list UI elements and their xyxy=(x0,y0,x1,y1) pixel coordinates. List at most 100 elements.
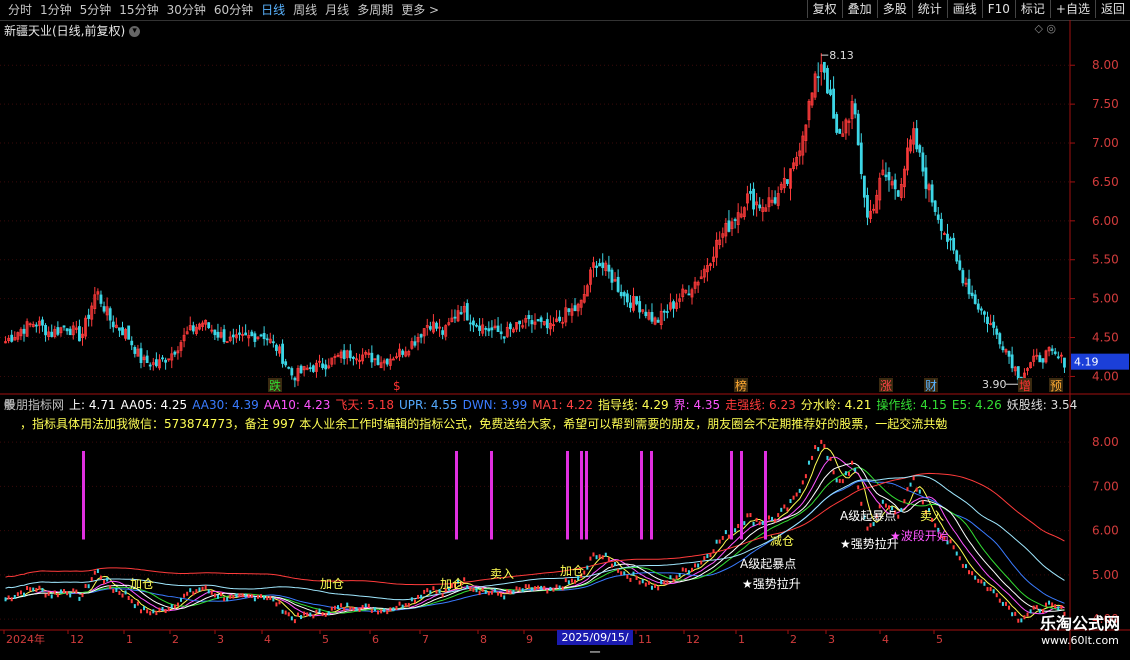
sub-bar-7 xyxy=(26,585,29,590)
candle-body-250 xyxy=(773,197,777,204)
sub-bar-82 xyxy=(256,594,259,599)
candle-body-212 xyxy=(656,319,660,323)
candle-body-290 xyxy=(896,190,900,197)
sub-bar-55 xyxy=(173,604,176,609)
main-tick-label-8: 8.00 xyxy=(1092,58,1119,72)
candle-body-317 xyxy=(979,308,983,311)
x-label-2: 1 xyxy=(126,633,133,646)
candle-body-15 xyxy=(50,331,54,337)
sub-tick-label-1: 5.00 xyxy=(1092,568,1119,582)
sub-bar-26 xyxy=(84,584,87,589)
sub-bar-156 xyxy=(484,589,487,594)
candle-body-66 xyxy=(207,322,211,329)
sub-bar-215 xyxy=(666,580,669,585)
sub-bar-121 xyxy=(377,610,380,615)
sub-bar-21 xyxy=(69,593,72,598)
candle-body-55 xyxy=(173,351,177,355)
sub-bar-311 xyxy=(961,563,964,568)
main-tick-label-2: 5.00 xyxy=(1092,292,1119,306)
sub-bar-273 xyxy=(844,471,847,476)
indicator-note: ，指标具体用法加我微信：573874773，备注 997 本人业余工作时编辑的指… xyxy=(20,417,948,431)
candle-body-157 xyxy=(487,328,491,332)
candle-body-278 xyxy=(859,142,863,175)
sub-bar-265 xyxy=(820,439,823,444)
sub-bar-191 xyxy=(592,552,595,557)
x-label-7: 6 xyxy=(372,633,379,646)
sub-bar-222 xyxy=(687,570,690,575)
candle-body-96 xyxy=(299,365,303,374)
candle-body-180 xyxy=(558,316,562,322)
candle-body-271 xyxy=(838,128,842,134)
indicator-marker-7: A级起暴点 xyxy=(840,509,896,523)
candle-body-197 xyxy=(610,269,614,283)
sub-bar-178 xyxy=(552,587,555,592)
candle-body-80 xyxy=(250,331,254,337)
sub-bar-339 xyxy=(1048,600,1051,605)
sub-bar-18 xyxy=(59,589,62,594)
sub-bar-260 xyxy=(804,474,807,479)
sub-bar-251 xyxy=(777,513,780,518)
sub-bar-126 xyxy=(392,607,395,612)
candle-body-321 xyxy=(992,321,996,328)
candle-body-193 xyxy=(598,263,602,267)
candle-body-112 xyxy=(348,350,352,359)
sub-bar-101 xyxy=(315,609,318,614)
sub-bar-34 xyxy=(109,585,112,590)
sub-bar-78 xyxy=(244,593,247,598)
candle-body-342 xyxy=(1056,356,1060,359)
indicator-marker-6: ★强势拉升 xyxy=(742,576,801,591)
candle-body-13 xyxy=(44,325,47,336)
candle-body-298 xyxy=(921,152,925,172)
sub-bar-118 xyxy=(367,603,370,608)
sub-bar-94 xyxy=(293,619,296,624)
candle-body-280 xyxy=(866,194,869,218)
candle-body-344 xyxy=(1063,357,1066,368)
sub-bar-0 xyxy=(4,597,7,602)
sub-bar-190 xyxy=(589,556,592,561)
sub-bar-71 xyxy=(223,597,226,602)
sub-bar-131 xyxy=(407,602,410,607)
sub-bar-313 xyxy=(968,570,971,575)
sub-bar-184 xyxy=(570,578,573,583)
candle-body-81 xyxy=(253,333,257,342)
sub-bar-224 xyxy=(694,563,697,568)
candle-body-316 xyxy=(976,303,980,310)
sub-bar-290 xyxy=(897,514,900,519)
sub-bar-104 xyxy=(324,612,327,617)
sub-bar-68 xyxy=(213,593,216,598)
sub-bar-20 xyxy=(66,591,69,596)
sub-bar-12 xyxy=(41,587,44,592)
candle-body-90 xyxy=(281,343,284,364)
candle-body-201 xyxy=(622,292,626,297)
candle-body-99 xyxy=(308,367,312,370)
candle-body-296 xyxy=(915,128,919,150)
indicator-marker-4: 加仓 xyxy=(560,564,584,578)
signal-bar-3 xyxy=(566,450,569,540)
sub-bar-96 xyxy=(300,615,303,620)
sub-bar-286 xyxy=(884,503,887,508)
candle-body-52 xyxy=(164,359,168,363)
sub-bar-312 xyxy=(964,564,967,569)
candle-body-162 xyxy=(502,336,506,339)
signal-bar-1 xyxy=(455,450,458,540)
indicator-marker-11: 卖入 xyxy=(920,509,944,523)
sub-bar-133 xyxy=(413,599,416,604)
candle-body-135 xyxy=(419,334,423,338)
sub-bar-271 xyxy=(838,478,841,483)
candle-body-311 xyxy=(961,270,965,284)
candle-body-170 xyxy=(527,314,531,320)
sub-bar-64 xyxy=(201,586,204,591)
sub-bar-153 xyxy=(475,588,478,593)
sub-bar-245 xyxy=(758,521,761,526)
sub-bar-280 xyxy=(866,526,869,531)
sub-bar-169 xyxy=(524,584,527,589)
main-tick-label-3: 5.50 xyxy=(1092,253,1119,267)
sub-bar-150 xyxy=(466,585,469,590)
sub-bar-218 xyxy=(675,575,678,580)
x-label-9: 8 xyxy=(480,633,487,646)
sub-bar-228 xyxy=(706,554,709,559)
sub-bar-105 xyxy=(327,611,330,616)
sub-bar-189 xyxy=(586,565,589,570)
sub-bar-65 xyxy=(204,585,207,590)
sub-bar-56 xyxy=(176,602,179,607)
